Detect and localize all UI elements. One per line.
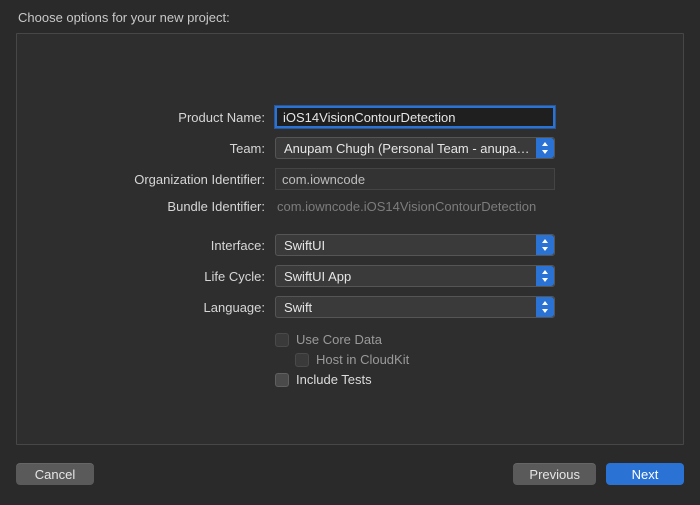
language-label: Language: [95, 300, 275, 315]
include-tests-label: Include Tests [296, 372, 372, 387]
next-button[interactable]: Next [606, 463, 684, 485]
life-cycle-label: Life Cycle: [95, 269, 275, 284]
language-select-value: Swift [284, 300, 312, 315]
team-label: Team: [95, 141, 275, 156]
team-select[interactable]: Anupam Chugh (Personal Team - anupam… [275, 137, 555, 159]
updown-icon [536, 297, 554, 317]
org-identifier-label: Organization Identifier: [95, 172, 275, 187]
updown-icon [536, 266, 554, 286]
product-name-label: Product Name: [95, 110, 275, 125]
bundle-identifier-label: Bundle Identifier: [95, 199, 275, 214]
life-cycle-select-value: SwiftUI App [284, 269, 351, 284]
page-title: Choose options for your new project: [0, 0, 700, 33]
updown-icon [536, 235, 554, 255]
previous-button[interactable]: Previous [513, 463, 596, 485]
checkbox-icon [275, 333, 289, 347]
product-name-input[interactable] [275, 106, 555, 128]
updown-icon [536, 138, 554, 158]
use-core-data-checkbox[interactable]: Use Core Data [275, 332, 605, 347]
options-panel: Product Name: Team: Anupam Chugh (Person… [16, 33, 684, 445]
use-core-data-label: Use Core Data [296, 332, 382, 347]
interface-label: Interface: [95, 238, 275, 253]
host-cloudkit-checkbox: Host in CloudKit [275, 352, 605, 367]
checkbox-icon [295, 353, 309, 367]
interface-select-value: SwiftUI [284, 238, 325, 253]
host-cloudkit-label: Host in CloudKit [316, 352, 409, 367]
checkbox-icon [275, 373, 289, 387]
include-tests-checkbox[interactable]: Include Tests [275, 372, 605, 387]
cancel-button[interactable]: Cancel [16, 463, 94, 485]
bundle-identifier-value: com.iowncode.iOS14VisionContourDetection [275, 199, 536, 214]
org-identifier-input[interactable] [275, 168, 555, 190]
life-cycle-select[interactable]: SwiftUI App [275, 265, 555, 287]
team-select-value: Anupam Chugh (Personal Team - anupam… [284, 141, 534, 156]
language-select[interactable]: Swift [275, 296, 555, 318]
interface-select[interactable]: SwiftUI [275, 234, 555, 256]
